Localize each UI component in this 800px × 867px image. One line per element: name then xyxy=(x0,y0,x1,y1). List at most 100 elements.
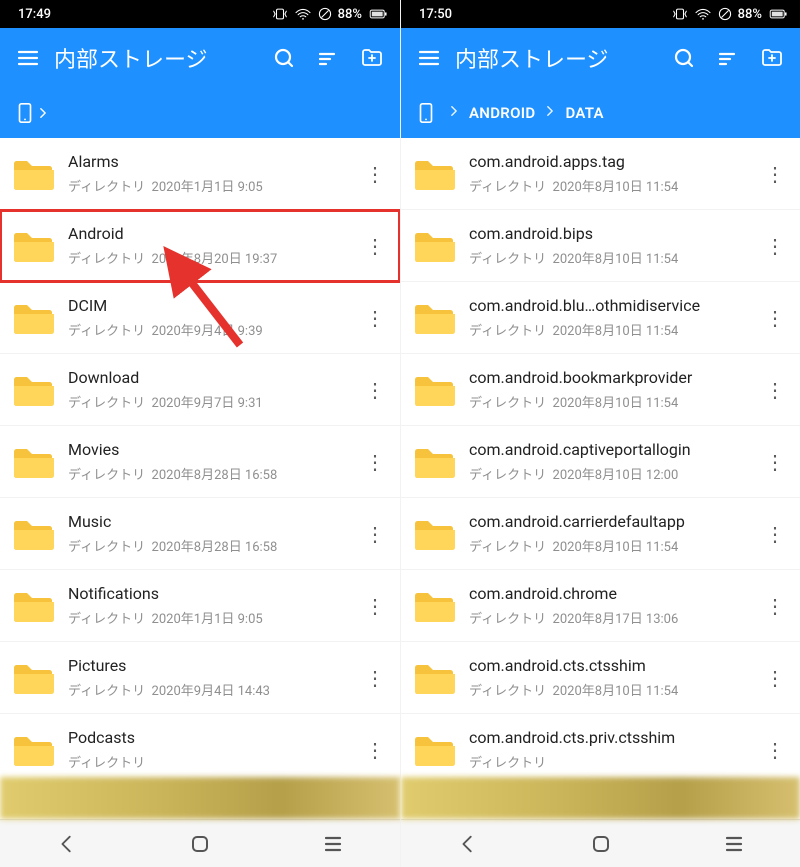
folder-row[interactable]: com.android.bookmarkprovider ディレクトリ 2020… xyxy=(401,354,800,426)
folder-meta: ディレクトリ 2020年8月10日 11:54 xyxy=(469,392,758,411)
folder-text: com.android.captiveportallogin ディレクトリ 20… xyxy=(469,440,758,482)
device-icon[interactable] xyxy=(14,102,36,124)
folder-list[interactable]: com.android.apps.tag ディレクトリ 2020年8月10日 1… xyxy=(401,138,800,777)
folder-meta: ディレクトリ 2020年9月4日 9:39 xyxy=(68,320,358,339)
folder-name: Alarms xyxy=(68,152,358,171)
vibrate-icon xyxy=(672,7,688,21)
more-button[interactable]: ⋮ xyxy=(758,668,792,688)
breadcrumb-segment[interactable]: DATA xyxy=(565,104,603,122)
more-button[interactable]: ⋮ xyxy=(758,308,792,328)
folder-row[interactable]: Movies ディレクトリ 2020年8月28日 16:58 ⋮ xyxy=(0,426,400,498)
folder-icon xyxy=(413,296,457,340)
status-bar: 17:49 88% xyxy=(0,0,400,28)
new-folder-icon xyxy=(360,46,384,70)
folder-row[interactable]: com.android.cts.ctsshim ディレクトリ 2020年8月10… xyxy=(401,642,800,714)
folder-name: Android xyxy=(68,224,358,243)
status-time: 17:50 xyxy=(419,7,452,22)
more-button[interactable]: ⋮ xyxy=(358,380,392,400)
new-folder-icon xyxy=(760,46,784,70)
folder-row[interactable]: com.android.carrierdefaultapp ディレクトリ 202… xyxy=(401,498,800,570)
folder-name: Movies xyxy=(68,440,358,459)
battery-icon xyxy=(368,7,388,21)
folder-list[interactable]: Alarms ディレクトリ 2020年1月1日 9:05 ⋮ Android デ… xyxy=(0,138,400,777)
folder-row[interactable]: com.android.cts.priv.ctsshim ディレクトリ ⋮ xyxy=(401,714,800,777)
folder-text: com.android.bips ディレクトリ 2020年8月10日 11:54 xyxy=(469,224,758,266)
folder-meta: ディレクトリ 2020年8月28日 16:58 xyxy=(68,536,358,555)
folder-row[interactable]: com.android.bips ディレクトリ 2020年8月10日 11:54… xyxy=(401,210,800,282)
folder-name: com.android.cts.priv.ctsshim xyxy=(469,728,758,747)
battery-icon xyxy=(768,7,788,21)
folder-icon xyxy=(12,440,56,484)
ad-banner[interactable] xyxy=(0,777,400,819)
folder-icon xyxy=(12,368,56,412)
sort-button[interactable] xyxy=(706,36,750,80)
folder-row[interactable]: com.android.blu…othmidiservice ディレクトリ 20… xyxy=(401,282,800,354)
recent-icon xyxy=(322,833,344,855)
home-icon xyxy=(590,833,612,855)
nav-home-button[interactable] xyxy=(561,833,641,855)
breadcrumb-segment[interactable]: ANDROID xyxy=(469,104,535,122)
folder-row[interactable]: com.android.apps.tag ディレクトリ 2020年8月10日 1… xyxy=(401,138,800,210)
folder-text: com.android.cts.ctsshim ディレクトリ 2020年8月10… xyxy=(469,656,758,698)
folder-row[interactable]: DCIM ディレクトリ 2020年9月4日 9:39 ⋮ xyxy=(0,282,400,354)
vibrate-icon xyxy=(272,7,288,21)
folder-text: com.android.blu…othmidiservice ディレクトリ 20… xyxy=(469,296,758,338)
screen-right: 17:50 88% 内部ストレージ ANDROID DATA com.androi… xyxy=(400,0,800,867)
folder-row[interactable]: Pictures ディレクトリ 2020年9月4日 14:43 ⋮ xyxy=(0,642,400,714)
chevron-right-icon xyxy=(449,104,459,122)
status-time: 17:49 xyxy=(18,7,51,22)
status-bar: 17:50 88% xyxy=(401,0,800,28)
more-button[interactable]: ⋮ xyxy=(358,596,392,616)
folder-row[interactable]: Music ディレクトリ 2020年8月28日 16:58 ⋮ xyxy=(0,498,400,570)
more-button[interactable]: ⋮ xyxy=(358,452,392,472)
more-button[interactable]: ⋮ xyxy=(358,740,392,760)
wifi-icon xyxy=(694,7,712,21)
folder-name: com.android.bookmarkprovider xyxy=(469,368,758,387)
ad-banner[interactable] xyxy=(401,777,800,819)
more-button[interactable]: ⋮ xyxy=(358,524,392,544)
more-button[interactable]: ⋮ xyxy=(758,740,792,760)
folder-name: DCIM xyxy=(68,296,358,315)
folder-meta: ディレクトリ xyxy=(469,752,758,771)
more-button[interactable]: ⋮ xyxy=(758,596,792,616)
more-button[interactable]: ⋮ xyxy=(758,164,792,184)
nav-recent-button[interactable] xyxy=(694,833,774,855)
more-button[interactable]: ⋮ xyxy=(758,452,792,472)
folder-icon xyxy=(12,224,56,268)
folder-row[interactable]: com.android.chrome ディレクトリ 2020年8月17日 13:… xyxy=(401,570,800,642)
more-button[interactable]: ⋮ xyxy=(358,164,392,184)
folder-row[interactable]: Alarms ディレクトリ 2020年1月1日 9:05 ⋮ xyxy=(0,138,400,210)
more-button[interactable]: ⋮ xyxy=(758,236,792,256)
folder-meta: ディレクトリ 2020年1月1日 9:05 xyxy=(68,608,358,627)
folder-icon xyxy=(413,512,457,556)
search-button[interactable] xyxy=(262,36,306,80)
folder-row[interactable]: com.android.captiveportallogin ディレクトリ 20… xyxy=(401,426,800,498)
app-bar: 内部ストレージ xyxy=(401,28,800,88)
folder-text: Android ディレクトリ 2020年8月20日 19:37 xyxy=(68,224,358,266)
nav-home-button[interactable] xyxy=(160,833,240,855)
folder-row[interactable]: Android ディレクトリ 2020年8月20日 19:37 ⋮ xyxy=(0,210,400,282)
chevron-right-icon xyxy=(545,104,555,122)
folder-row[interactable]: Podcasts ディレクトリ ⋮ xyxy=(0,714,400,777)
more-button[interactable]: ⋮ xyxy=(358,236,392,256)
folder-row[interactable]: Download ディレクトリ 2020年9月7日 9:31 ⋮ xyxy=(0,354,400,426)
nav-recent-button[interactable] xyxy=(293,833,373,855)
more-button[interactable]: ⋮ xyxy=(358,668,392,688)
device-icon[interactable] xyxy=(415,102,437,124)
menu-button[interactable] xyxy=(407,36,451,80)
nav-back-button[interactable] xyxy=(428,833,508,855)
folder-meta: ディレクトリ 2020年8月10日 11:54 xyxy=(469,680,758,699)
new-folder-button[interactable] xyxy=(350,36,394,80)
menu-button[interactable] xyxy=(6,36,50,80)
folder-icon xyxy=(413,224,457,268)
sort-button[interactable] xyxy=(306,36,350,80)
more-button[interactable]: ⋮ xyxy=(358,308,392,328)
folder-text: DCIM ディレクトリ 2020年9月4日 9:39 xyxy=(68,296,358,338)
breadcrumb xyxy=(0,88,400,138)
folder-row[interactable]: Notifications ディレクトリ 2020年1月1日 9:05 ⋮ xyxy=(0,570,400,642)
search-button[interactable] xyxy=(662,36,706,80)
new-folder-button[interactable] xyxy=(750,36,794,80)
more-button[interactable]: ⋮ xyxy=(758,524,792,544)
nav-back-button[interactable] xyxy=(27,833,107,855)
more-button[interactable]: ⋮ xyxy=(758,380,792,400)
